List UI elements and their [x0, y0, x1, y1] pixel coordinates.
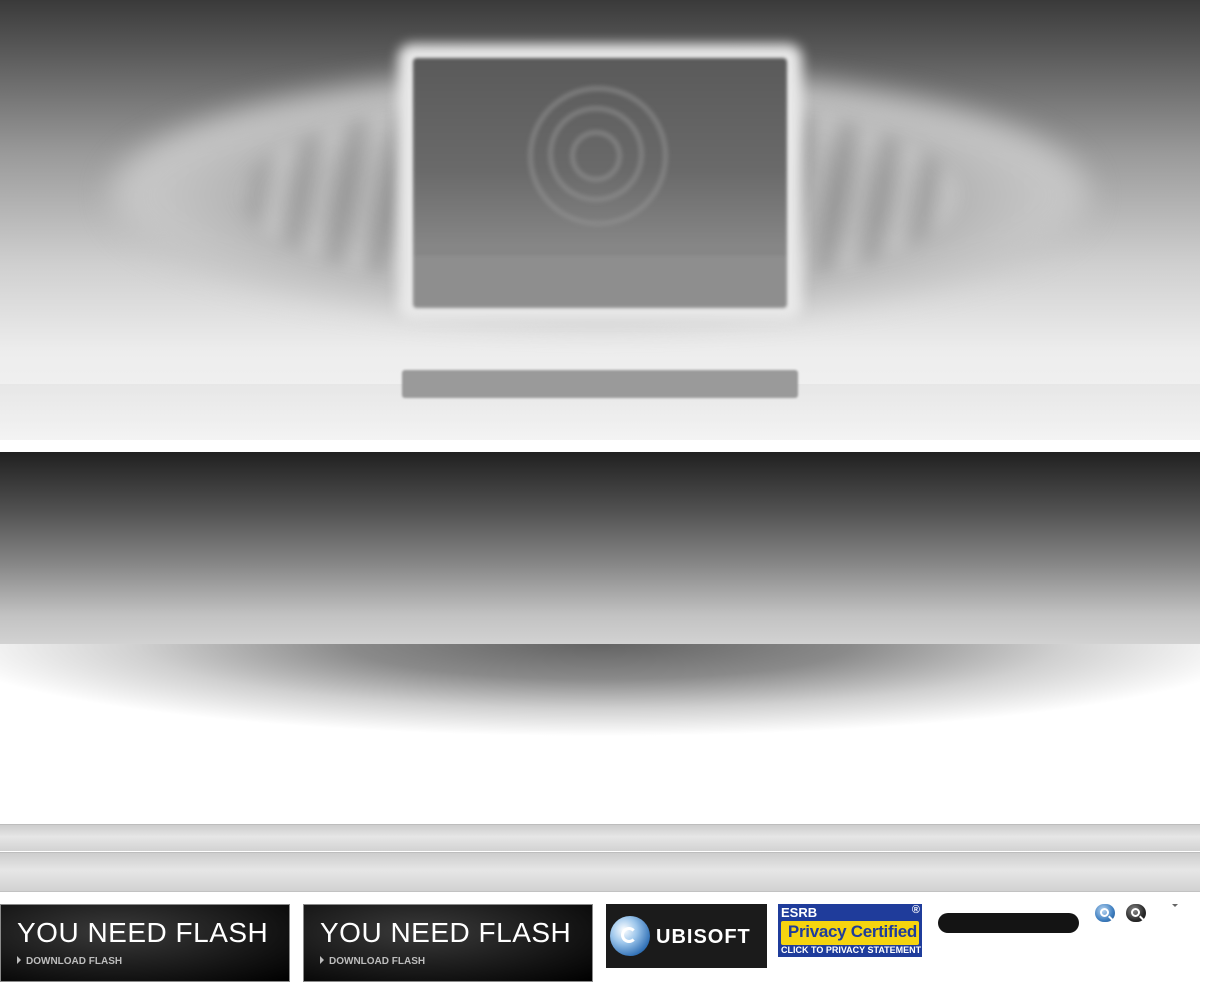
flash-promo-title: YOU NEED FLASH	[17, 917, 269, 948]
hero-nav-item-blurred[interactable]	[486, 405, 546, 417]
footer-rail-bottom	[0, 852, 1200, 892]
arrow-right-icon	[17, 956, 21, 964]
hero-nav-item-blurred[interactable]	[852, 405, 912, 417]
content-panel-shadow	[0, 644, 1200, 762]
footer-rail-top	[0, 824, 1200, 851]
search-button-alt[interactable]	[1126, 904, 1146, 922]
hero-screen-band	[413, 256, 787, 308]
hero-swirl-icon-core	[570, 130, 622, 182]
hero-play-bar[interactable]	[402, 370, 798, 398]
flash-promo-box[interactable]: YOU NEED FLASH DOWNLOAD FLASH	[0, 904, 290, 982]
hero-banner	[0, 0, 1200, 440]
caret-down-icon[interactable]	[1172, 904, 1178, 907]
search-button[interactable]	[1095, 904, 1115, 922]
magnifier-icon	[1099, 907, 1109, 917]
esrb-badge-subtitle: CLICK TO PRIVACY STATEMENT	[781, 945, 922, 955]
download-flash-label: DOWNLOAD FLASH	[329, 956, 426, 967]
content-panel-gradient	[0, 452, 1200, 644]
content-panel	[0, 452, 1200, 762]
esrb-tag: ESRB	[781, 905, 818, 920]
hero-nav-item-blurred[interactable]	[302, 405, 362, 417]
arrow-right-icon	[320, 956, 324, 964]
hero-nav-item-blurred[interactable]	[124, 405, 184, 417]
search-input[interactable]	[938, 913, 1079, 933]
magnifier-icon	[1130, 907, 1140, 917]
download-flash-link[interactable]: DOWNLOAD FLASH	[17, 956, 122, 967]
registered-mark: ®	[911, 904, 920, 916]
esrb-privacy-badge[interactable]: ESRB ® Privacy Certified CLICK TO PRIVAC…	[778, 904, 922, 957]
download-flash-link[interactable]: DOWNLOAD FLASH	[320, 956, 425, 967]
download-flash-label: DOWNLOAD FLASH	[26, 956, 123, 967]
flash-promo-box[interactable]: YOU NEED FLASH DOWNLOAD FLASH	[303, 904, 593, 982]
esrb-badge-title: Privacy Certified	[787, 922, 917, 941]
ubisoft-swirl-icon	[610, 916, 650, 956]
flash-promo-title: YOU NEED FLASH	[320, 917, 572, 948]
ubisoft-logo-text: UBISOFT	[656, 926, 751, 948]
hero-nav-item-blurred[interactable]	[674, 405, 734, 417]
ubisoft-logo-link[interactable]: UBISOFT	[606, 904, 767, 968]
